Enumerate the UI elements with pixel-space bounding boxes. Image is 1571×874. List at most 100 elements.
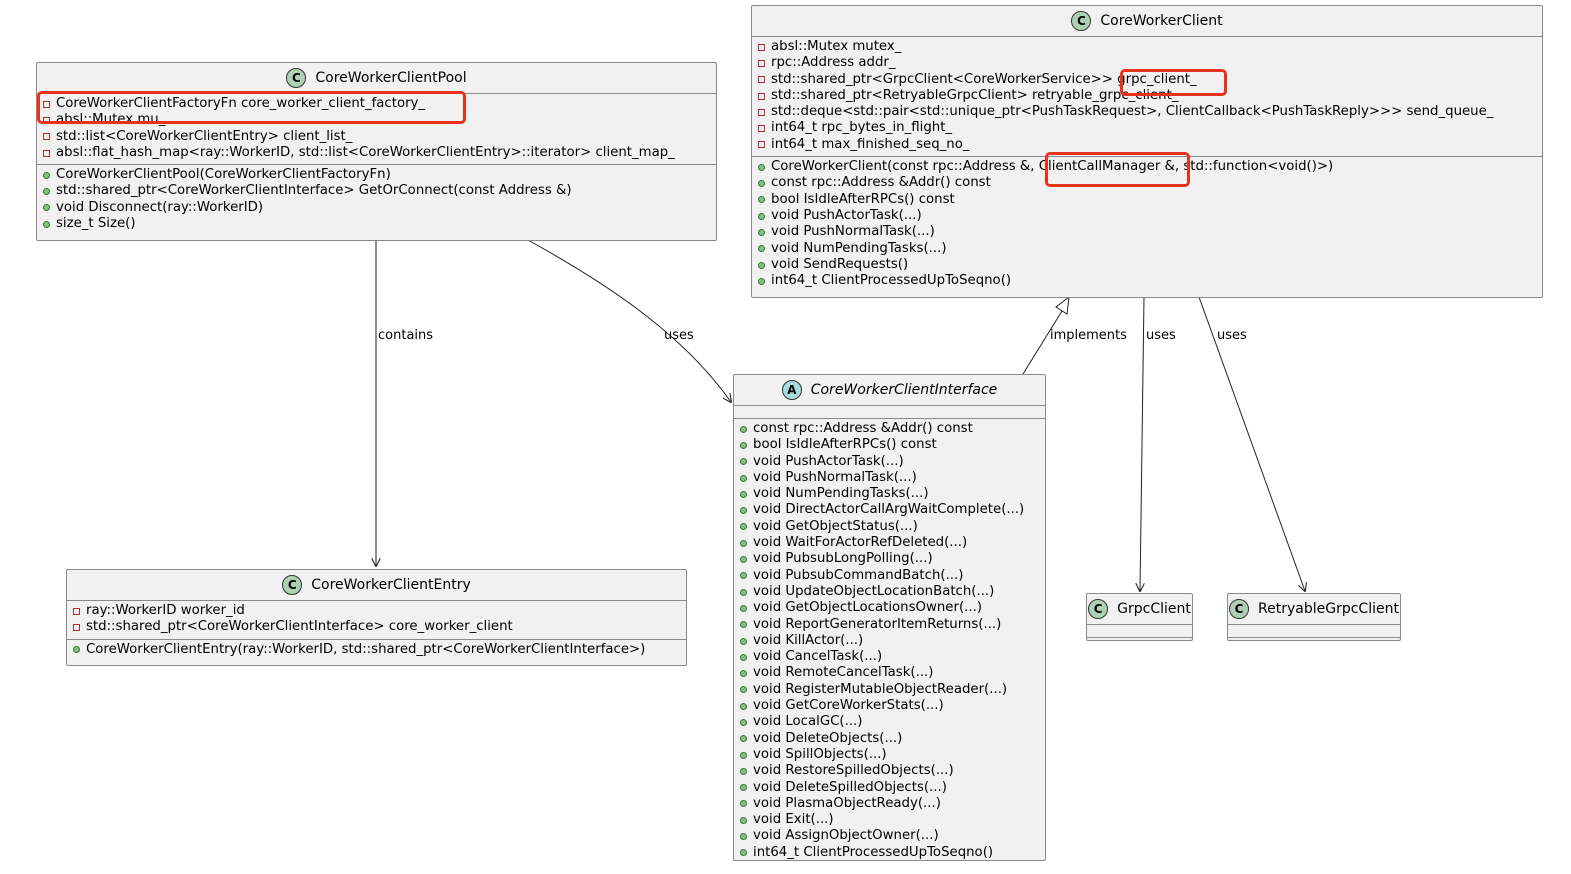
grpc-uses-label: uses bbox=[1146, 328, 1176, 343]
public-visibility-icon bbox=[740, 458, 747, 466]
class-icon: C bbox=[286, 68, 307, 88]
class-grpc-client[interactable]: C GrpcClient bbox=[1086, 593, 1193, 641]
public-member: void GetObjectStatus(...) bbox=[734, 519, 1045, 535]
class-core-worker-client-pool[interactable]: C CoreWorkerClientPool CoreWorkerClientF… bbox=[36, 62, 717, 241]
public-member: size_t Size() bbox=[37, 216, 716, 232]
member-text: void GetObjectLocationsOwner(...) bbox=[753, 600, 983, 616]
attributes-section: absl::Mutex mutex_ rpc::Address addr_ std:… bbox=[752, 37, 1542, 156]
class-icon: C bbox=[1088, 599, 1109, 619]
member-text: void SendRequests() bbox=[771, 256, 909, 272]
public-visibility-icon bbox=[758, 163, 765, 171]
member-text: void KillActor(...) bbox=[753, 632, 864, 648]
member-text: std::shared_ptr<RetryableGrpcClient> ret… bbox=[771, 87, 1179, 103]
public-member: bool IsIdleAfterRPCs() const bbox=[752, 192, 1542, 208]
member-text: void PlasmaObjectReady(...) bbox=[753, 795, 941, 811]
class-name: GrpcClient bbox=[1117, 601, 1191, 617]
public-member: void SendRequests() bbox=[752, 257, 1542, 273]
pool-uses-label: uses bbox=[664, 328, 694, 343]
class-name: CoreWorkerClientInterface bbox=[810, 382, 998, 398]
abstract-icon: A bbox=[781, 380, 802, 400]
methods-section: CoreWorkerClientEntry(ray::WorkerID, std… bbox=[67, 638, 686, 661]
public-member: bool IsIdleAfterRPCs() const bbox=[734, 437, 1045, 453]
private-member: int64_t max_finished_seq_no_ bbox=[752, 137, 1542, 153]
member-text: int64_t max_finished_seq_no_ bbox=[771, 136, 970, 152]
attributes-section bbox=[734, 406, 1045, 418]
member-text: void NumPendingTasks(...) bbox=[771, 240, 947, 256]
member-text: void PushActorTask(...) bbox=[771, 207, 922, 223]
private-visibility-icon bbox=[758, 43, 765, 51]
class-icon: C bbox=[1229, 599, 1250, 619]
private-member: ray::WorkerID worker_id bbox=[67, 603, 686, 619]
private-member: absl::Mutex mutex_ bbox=[752, 39, 1542, 55]
member-text: void Exit(...) bbox=[753, 812, 834, 828]
public-member: void DirectActorCallArgWaitComplete(...) bbox=[734, 502, 1045, 518]
member-text: const rpc::Address &Addr() const bbox=[771, 175, 991, 191]
public-member: void CancelTask(...) bbox=[734, 649, 1045, 665]
member-text: void PushActorTask(...) bbox=[753, 453, 904, 469]
public-visibility-icon bbox=[758, 180, 765, 188]
member-text: void CancelTask(...) bbox=[753, 649, 883, 665]
class-header: C CoreWorkerClientEntry bbox=[67, 570, 686, 601]
class-icon: C bbox=[282, 575, 303, 595]
class-name: CoreWorkerClientEntry bbox=[311, 577, 471, 593]
public-visibility-icon bbox=[740, 767, 747, 775]
member-text: bool IsIdleAfterRPCs() const bbox=[771, 191, 955, 207]
class-core-worker-client-interface[interactable]: A CoreWorkerClientInterface const rpc::A… bbox=[733, 374, 1046, 861]
member-text: void PushNormalTask(...) bbox=[771, 224, 935, 240]
private-member: std::deque<std::pair<std::unique_ptr<Pus… bbox=[752, 104, 1542, 120]
public-member: void WaitForActorRefDeleted(...) bbox=[734, 535, 1045, 551]
public-member: void PubsubCommandBatch(...) bbox=[734, 568, 1045, 584]
public-member: const rpc::Address &Addr() const bbox=[734, 421, 1045, 437]
public-visibility-icon bbox=[740, 800, 747, 808]
public-visibility-icon bbox=[758, 277, 765, 285]
private-visibility-icon bbox=[73, 607, 80, 615]
private-visibility-icon bbox=[758, 125, 765, 133]
public-member: int64_t ClientProcessedUpToSeqno() bbox=[734, 845, 1045, 861]
class-core-worker-client-entry[interactable]: C CoreWorkerClientEntry ray::WorkerID wo… bbox=[66, 569, 687, 666]
public-member: void PushNormalTask(...) bbox=[752, 224, 1542, 240]
member-text: std::shared_ptr<CoreWorkerClientInterfac… bbox=[56, 183, 572, 199]
methods-section: const rpc::Address &Addr() const bool IsI… bbox=[734, 418, 1045, 864]
public-visibility-icon bbox=[740, 556, 747, 564]
member-text: std::deque<std::pair<std::unique_ptr<Pus… bbox=[771, 104, 1494, 120]
member-text: void PushNormalTask(...) bbox=[753, 469, 917, 485]
public-visibility-icon bbox=[758, 261, 765, 269]
member-text: void AssignObjectOwner(...) bbox=[753, 828, 939, 844]
member-text: void DirectActorCallArgWaitComplete(...) bbox=[753, 502, 1025, 518]
public-visibility-icon bbox=[740, 588, 747, 596]
public-member: void PushActorTask(...) bbox=[734, 454, 1045, 470]
public-member: void DeleteSpilledObjects(...) bbox=[734, 780, 1045, 796]
class-retryable-grpc-client[interactable]: C RetryableGrpcClient bbox=[1227, 593, 1401, 641]
public-visibility-icon bbox=[740, 474, 747, 482]
highlight-factory-and-mutex bbox=[37, 91, 466, 124]
public-member: void UpdateObjectLocationBatch(...) bbox=[734, 584, 1045, 600]
public-visibility-icon bbox=[740, 849, 747, 857]
member-text: void Disconnect(ray::WorkerID) bbox=[56, 199, 264, 215]
member-text: bool IsIdleAfterRPCs() const bbox=[753, 437, 937, 453]
public-member: void DeleteObjects(...) bbox=[734, 731, 1045, 747]
private-visibility-icon bbox=[758, 108, 765, 116]
public-visibility-icon bbox=[43, 188, 50, 196]
public-member: void PushActorTask(...) bbox=[752, 208, 1542, 224]
public-member: void AssignObjectOwner(...) bbox=[734, 828, 1045, 844]
public-member: void GetCoreWorkerStats(...) bbox=[734, 698, 1045, 714]
member-text: void GetObjectStatus(...) bbox=[753, 518, 918, 534]
public-visibility-icon bbox=[73, 646, 80, 654]
public-member: void RestoreSpilledObjects(...) bbox=[734, 763, 1045, 779]
private-member: int64_t rpc_bytes_in_flight_ bbox=[752, 120, 1542, 136]
private-visibility-icon bbox=[758, 141, 765, 149]
public-member: void PlasmaObjectReady(...) bbox=[734, 796, 1045, 812]
public-member: void Disconnect(ray::WorkerID) bbox=[37, 200, 716, 216]
private-member: std::list<CoreWorkerClientEntry> client_… bbox=[37, 129, 716, 145]
class-name: CoreWorkerClient bbox=[1100, 13, 1223, 29]
public-member: void NumPendingTasks(...) bbox=[734, 486, 1045, 502]
attributes-section bbox=[1087, 625, 1192, 637]
class-header: C CoreWorkerClientPool bbox=[37, 63, 716, 94]
member-text: CoreWorkerClientEntry(ray::WorkerID, std… bbox=[86, 641, 646, 657]
public-visibility-icon bbox=[43, 171, 50, 179]
private-member: absl::flat_hash_map<ray::WorkerID, std::… bbox=[37, 145, 716, 161]
member-text: size_t Size() bbox=[56, 216, 136, 232]
private-visibility-icon bbox=[758, 76, 765, 84]
member-text: void PubsubCommandBatch(...) bbox=[753, 567, 964, 583]
public-member: void GetObjectLocationsOwner(...) bbox=[734, 600, 1045, 616]
